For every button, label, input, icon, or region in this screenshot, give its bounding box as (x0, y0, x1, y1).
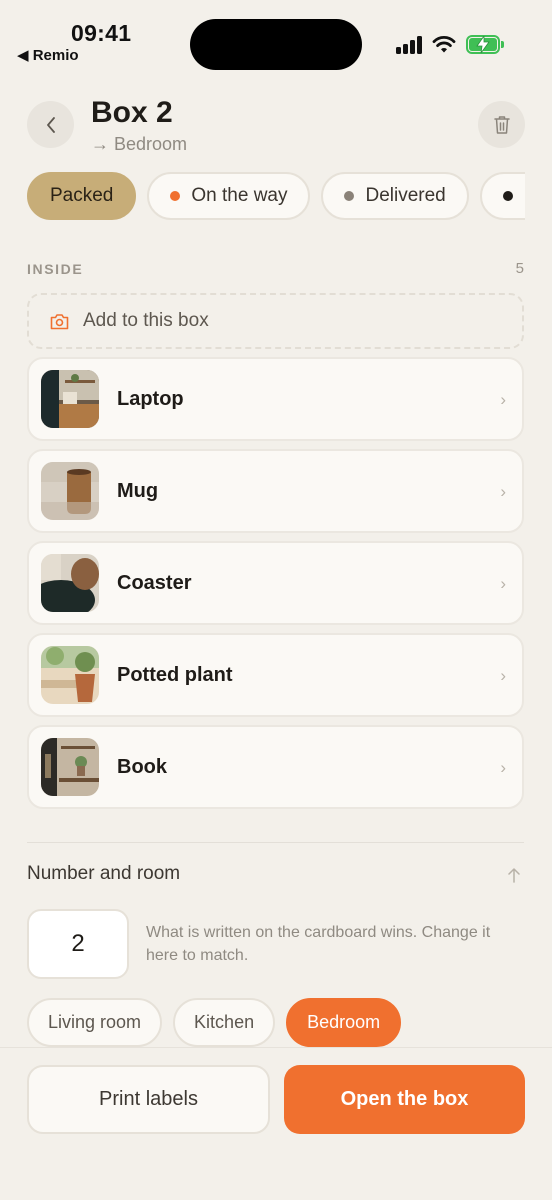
status-chip-label: U (524, 185, 525, 207)
item-name: Coaster (117, 571, 192, 594)
status-dot-icon (170, 191, 181, 201)
number-hint-text: What is written on the cardboard wins. C… (146, 924, 491, 964)
chevron-right-icon: › (500, 574, 506, 593)
status-chip-label: On the way (191, 185, 288, 206)
item-photo (41, 738, 99, 796)
dynamic-island (190, 19, 362, 70)
chevron-left-icon (46, 116, 55, 133)
status-chip-label: Packed (50, 185, 114, 206)
back-button[interactable] (27, 101, 74, 148)
item-name: Book (117, 755, 167, 778)
section-divider (27, 842, 524, 843)
chevron-right-icon: › (500, 482, 506, 501)
chevron-right-icon: › (500, 390, 506, 409)
list-item-book[interactable]: Book › (27, 725, 524, 809)
delete-button[interactable] (478, 101, 525, 148)
room-option-living-room[interactable]: Living room (27, 998, 163, 1047)
room-option-bedroom[interactable]: Bedroom (286, 998, 402, 1047)
back-to-app-link[interactable]: ◀ Remio (17, 46, 79, 64)
status-chip-row: Packed On the way Delivered U (27, 172, 525, 224)
add-item-label: Add to this box (83, 310, 209, 331)
status-chip-packed[interactable]: Packed (27, 172, 137, 220)
status-time: 09:41 (71, 20, 132, 46)
box-number-input[interactable]: 2 (27, 909, 129, 979)
print-labels-button[interactable]: Print labels (27, 1065, 270, 1134)
list-item-potted-plant[interactable]: Potted plant › (27, 633, 524, 717)
item-photo (41, 646, 99, 704)
chevron-right-icon: › (500, 758, 506, 777)
wifi-icon (432, 36, 456, 53)
chevron-right-icon: › (500, 666, 506, 685)
list-item-mug[interactable]: Mug › (27, 449, 524, 533)
status-bar: 09:41 ◀ Remio (0, 0, 552, 80)
item-photo (41, 554, 99, 612)
cellular-signal-icon (396, 36, 424, 54)
number-room-section-title: Number and room (27, 863, 181, 884)
inside-section-label: INSIDE (27, 261, 84, 277)
room-subtitle: → Bedroom (91, 134, 188, 154)
item-name: Laptop (117, 387, 184, 410)
item-name: Potted plant (117, 663, 233, 686)
add-item-button[interactable]: Add to this box (27, 293, 524, 349)
item-photo (41, 370, 99, 428)
open-box-button[interactable]: Open the box (284, 1065, 525, 1134)
status-chip-delivered[interactable]: Delivered (321, 172, 469, 220)
status-chip-unpacked[interactable]: U (479, 172, 525, 220)
collapse-arrow-up-icon[interactable] (506, 866, 522, 884)
battery-charging-icon (466, 35, 504, 54)
status-dot-icon (344, 191, 355, 201)
trash-icon (493, 115, 510, 134)
item-name: Mug (117, 479, 159, 502)
item-count: 5 (515, 260, 524, 277)
room-option-kitchen[interactable]: Kitchen (173, 998, 276, 1047)
camera-icon (50, 313, 69, 329)
room-selector: Living room Kitchen Bedroom (27, 998, 402, 1047)
status-dot-icon (502, 191, 513, 201)
status-chip-label: Delivered (365, 185, 446, 206)
status-chip-on-the-way[interactable]: On the way (147, 172, 311, 220)
item-photo (41, 462, 99, 520)
page-title: Box 2 (91, 96, 173, 129)
list-item-coaster[interactable]: Coaster › (27, 541, 524, 625)
list-item-laptop[interactable]: Laptop › (27, 357, 524, 441)
